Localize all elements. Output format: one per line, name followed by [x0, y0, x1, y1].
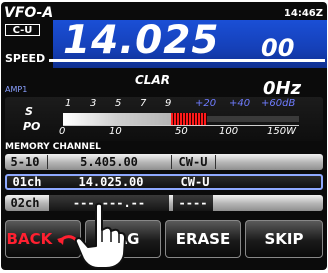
- back-button-label: BACK: [6, 230, 53, 248]
- memory-frequency: 5.405.00: [80, 155, 138, 169]
- memory-mode: ----: [173, 195, 213, 211]
- s-tick: 5: [115, 98, 122, 109]
- skip-button[interactable]: SKIP: [245, 220, 323, 258]
- s-meter-label: S: [25, 105, 33, 118]
- s-tick: 9: [165, 98, 172, 109]
- clar-offset: 0Hz: [263, 78, 302, 99]
- memory-channel-number: 01ch: [12, 175, 42, 189]
- row-divider: [215, 155, 216, 169]
- row-divider: [47, 155, 48, 169]
- s-tick: +20: [195, 98, 217, 109]
- back-button[interactable]: BACK: [5, 220, 81, 258]
- meter-track: [207, 116, 299, 122]
- s-tick: +60dB: [261, 98, 296, 109]
- s-tick: 1: [65, 98, 72, 109]
- memory-channel-number: 5-10: [10, 155, 40, 169]
- erase-button[interactable]: ERASE: [165, 220, 241, 258]
- clar-label: CLAR: [135, 73, 170, 87]
- s-meter-peak-bar: [171, 113, 207, 125]
- amp-label: AMP1: [5, 85, 28, 94]
- mode-badge: C-U: [5, 24, 40, 36]
- vfo-label: VFO-A: [4, 5, 54, 21]
- memory-channel-title: MEMORY CHANNEL: [5, 142, 101, 152]
- memory-row[interactable]: 5-10 5.405.00 CW-U: [5, 154, 323, 170]
- memory-row[interactable]: 02ch ---.---.-- ----: [5, 195, 323, 211]
- meter-panel: S PO 1 3 5 7 9 +20 +40 +60dB 0 10 50 100…: [5, 97, 323, 141]
- po-tick: 150W: [267, 126, 296, 137]
- row-divider: [171, 155, 172, 169]
- memory-row-selected[interactable]: 01ch 14.025.00 CW-U: [5, 174, 323, 190]
- s-meter-bar: [63, 113, 171, 125]
- speed-bar: [49, 59, 325, 62]
- s-tick: 3: [90, 98, 97, 109]
- speed-label: SPEED: [5, 52, 46, 65]
- memory-mode: CW-U: [180, 175, 210, 189]
- frequency-small-digits: 00: [261, 34, 295, 62]
- memory-frequency: 14.025.00: [78, 175, 144, 189]
- s-tick: 7: [140, 98, 147, 109]
- frequency-main: 14.025: [63, 18, 220, 63]
- memory-channel-number: 02ch: [10, 196, 40, 210]
- po-tick: 50: [175, 126, 188, 137]
- clock: 14:46Z: [283, 8, 323, 19]
- pointing-hand-icon: [74, 202, 126, 269]
- po-tick: 0: [59, 126, 66, 137]
- memory-mode: CW-U: [178, 155, 208, 169]
- radio-display: VFO-A C-U 14:46Z 14.025 00 SPEED CLAR 0H…: [1, 2, 327, 270]
- po-tick: 10: [109, 126, 122, 137]
- s-tick: +40: [229, 98, 251, 109]
- po-tick: 100: [219, 126, 239, 137]
- po-meter-label: PO: [23, 120, 41, 133]
